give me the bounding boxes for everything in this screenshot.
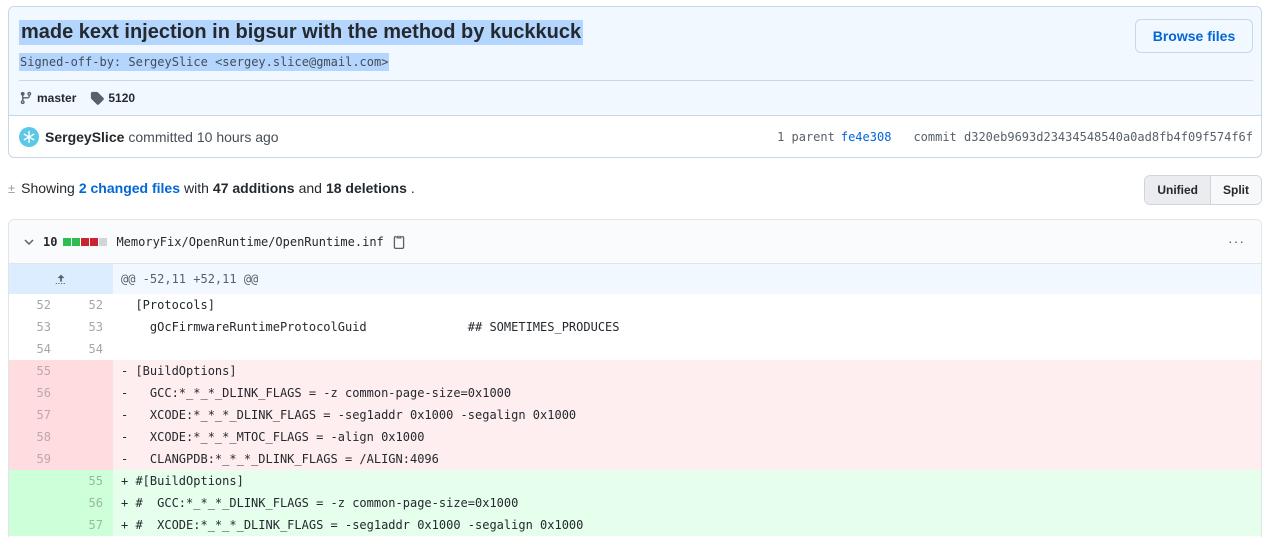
parent-label: 1 parent	[777, 130, 835, 144]
line-code: + # GCC:*_*_*_DLINK_FLAGS = -z common-pa…	[121, 496, 519, 510]
line-code: - [BuildOptions]	[121, 364, 237, 378]
new-line-number[interactable]: 57	[61, 514, 113, 536]
new-line-number[interactable]	[61, 426, 113, 448]
committed-time: committed 10 hours ago	[128, 129, 279, 145]
diff-line: 57 + # XCODE:*_*_*_DLINK_FLAGS = -seg1add…	[9, 514, 1261, 536]
stats-period: .	[410, 180, 415, 196]
line-code: - GCC:*_*_*_DLINK_FLAGS = -z common-page…	[121, 386, 512, 400]
browse-files-button[interactable]: Browse files	[1135, 19, 1253, 53]
changed-files-link[interactable]: 2 changed files	[79, 180, 180, 196]
branch-tag-row: master 5120	[19, 87, 135, 109]
commit-summary: made kext injection in bigsur with the m…	[9, 7, 1261, 116]
line-code: [Protocols]	[121, 298, 215, 312]
line-code: - XCODE:*_*_*_MTOC_FLAGS = -align 0x1000	[121, 430, 425, 444]
diffstat-square	[63, 237, 72, 246]
old-line-number[interactable]: 58	[9, 426, 61, 448]
parent-sha-link[interactable]: fe4e308	[841, 130, 892, 144]
commit-description: Signed-off-by: SergeySlice <sergey.slice…	[19, 53, 390, 71]
diff-line: 58 - XCODE:*_*_*_MTOC_FLAGS = -align 0x10…	[9, 426, 1261, 448]
new-line-number[interactable]: 53	[61, 316, 113, 338]
diffstat-square	[90, 237, 99, 246]
old-line-number[interactable]: 59	[9, 448, 61, 470]
diffstat-square	[81, 237, 90, 246]
stats-showing: Showing	[21, 180, 75, 196]
new-line-number[interactable]	[61, 382, 113, 404]
plus-minus-icon: ±	[8, 180, 16, 196]
diff-line: 57 - XCODE:*_*_*_DLINK_FLAGS = -seg1addr …	[9, 404, 1261, 426]
snowflake-icon	[23, 131, 35, 143]
line-code: + #[BuildOptions]	[121, 474, 244, 488]
diff-line: 56 + # GCC:*_*_*_DLINK_FLAGS = -z common-…	[9, 492, 1261, 514]
stats-with: with	[184, 180, 209, 196]
diffstat-square	[99, 237, 108, 246]
diffstat-square	[72, 237, 81, 246]
author-name[interactable]: SergeySlice	[45, 129, 124, 145]
hunk-range: @@ -52,11 +52,11 @@	[121, 272, 259, 286]
new-line-number[interactable]	[61, 448, 113, 470]
old-line-number[interactable]	[9, 492, 61, 514]
diff-line: 55 + #[BuildOptions]	[9, 470, 1261, 492]
file-header: 10 MemoryFix/OpenRuntime/OpenRuntime.inf…	[9, 220, 1261, 264]
diff-line: 52 52 [Protocols]	[9, 294, 1261, 316]
hunk-header: @@ -52,11 +52,11 @@	[9, 264, 1261, 294]
diffstat-bar	[63, 237, 108, 246]
deletions-count: 18 deletions	[325, 180, 407, 196]
diff-table: @@ -52,11 +52,11 @@ 52 52 [Protocols] 53 53…	[9, 264, 1261, 536]
new-line-number[interactable]: 56	[61, 492, 113, 514]
stats-and: and	[298, 180, 322, 196]
branch-name[interactable]: master	[37, 91, 76, 105]
tag-icon	[90, 91, 105, 105]
chevron-down-icon[interactable]	[23, 236, 35, 248]
old-line-number[interactable]: 53	[9, 316, 61, 338]
diff-view-toggle: Unified Split	[1144, 175, 1262, 205]
old-line-number[interactable]: 56	[9, 382, 61, 404]
clipboard-icon[interactable]	[392, 235, 406, 249]
diff-line: 59 - CLANGPDB:*_*_*_DLINK_FLAGS = /ALIGN:…	[9, 448, 1261, 470]
expand-up-icon[interactable]	[9, 264, 113, 294]
unified-view-button[interactable]: Unified	[1145, 176, 1211, 204]
old-line-number[interactable]: 57	[9, 404, 61, 426]
line-code: - CLANGPDB:*_*_*_DLINK_FLAGS = /ALIGN:40…	[121, 452, 439, 466]
old-line-number[interactable]	[9, 514, 61, 536]
new-line-number[interactable]: 52	[61, 294, 113, 316]
diff-line: 56 - GCC:*_*_*_DLINK_FLAGS = -z common-pa…	[9, 382, 1261, 404]
commit-author-row: SergeySlice committed 10 hours ago 1 par…	[9, 116, 1261, 157]
old-line-number[interactable]	[9, 470, 61, 492]
new-line-number[interactable]: 54	[61, 338, 113, 360]
line-code	[113, 338, 1261, 360]
diff-line: 53 53 gOcFirmwareRuntimeProtocolGuid ## S…	[9, 316, 1261, 338]
old-line-number[interactable]: 54	[9, 338, 61, 360]
file-diff: 10 MemoryFix/OpenRuntime/OpenRuntime.inf…	[8, 219, 1262, 537]
line-code: + # XCODE:*_*_*_DLINK_FLAGS = -seg1addr …	[121, 518, 584, 532]
git-branch-icon	[19, 91, 33, 105]
divider	[19, 80, 1253, 81]
new-line-number[interactable]: 55	[61, 470, 113, 492]
additions-count: 47 additions	[212, 180, 295, 196]
tag-name[interactable]: 5120	[108, 91, 135, 105]
commit-meta: 1 parent fe4e308 commit d320eb9693d23434…	[777, 116, 1253, 157]
diff-line: 54 54	[9, 338, 1261, 360]
more-options-icon[interactable]: ···	[1228, 233, 1245, 249]
new-line-number[interactable]	[61, 360, 113, 382]
old-line-number[interactable]: 52	[9, 294, 61, 316]
file-path-link[interactable]: MemoryFix/OpenRuntime/OpenRuntime.inf	[116, 235, 383, 249]
line-code: gOcFirmwareRuntimeProtocolGuid ## SOMETI…	[121, 320, 620, 334]
old-line-number[interactable]: 55	[9, 360, 61, 382]
avatar[interactable]	[19, 127, 39, 147]
commit-header: made kext injection in bigsur with the m…	[8, 6, 1262, 158]
new-line-number[interactable]	[61, 404, 113, 426]
split-view-button[interactable]: Split	[1211, 176, 1261, 204]
commit-title: made kext injection in bigsur with the m…	[19, 20, 584, 45]
diff-line: 55 - [BuildOptions]	[9, 360, 1261, 382]
commit-sha: commit d320eb9693d23434548540a0ad8fb4f09…	[913, 130, 1253, 144]
file-change-count: 10	[43, 234, 58, 249]
diff-stats: ± Showing 2 changed files with 47 additi…	[8, 178, 415, 198]
line-code: - XCODE:*_*_*_DLINK_FLAGS = -seg1addr 0x…	[121, 408, 577, 422]
